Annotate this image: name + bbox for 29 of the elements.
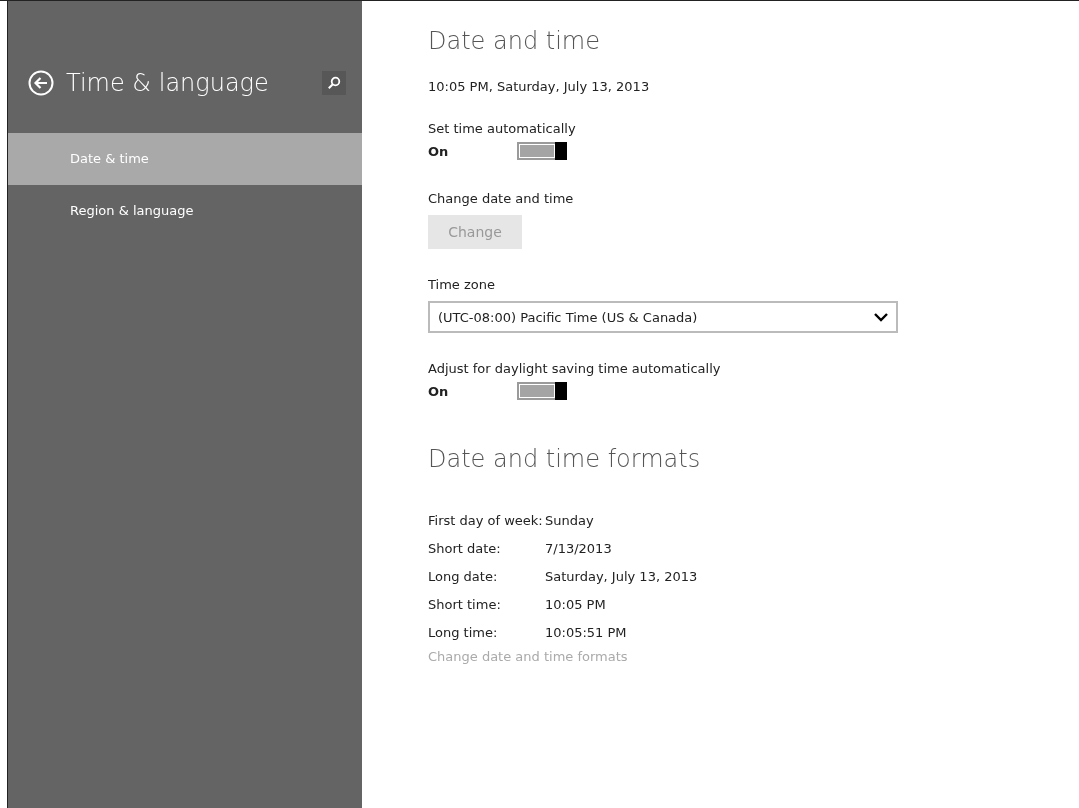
format-value: 7/13/2013 (545, 540, 612, 558)
format-label: Long time: (428, 624, 499, 642)
toggle-switch[interactable] (517, 382, 567, 400)
format-label: Long date: (428, 568, 499, 586)
setting-label: Adjust for daylight saving time automatically (428, 360, 722, 378)
format-label: First day of week: (428, 512, 544, 530)
format-label: Short date: (428, 540, 502, 558)
formats-link[interactable]: Change date and time formats (428, 649, 628, 664)
setting-label: Time zone (428, 276, 496, 294)
toggle-state: On (428, 143, 450, 159)
setting-label: Set time automatically (428, 120, 577, 138)
back-icon[interactable] (28, 70, 54, 96)
time-zone-dropdown[interactable]: (UTC-08:00) Pacific Time (US & Canada) (428, 301, 898, 333)
sidebar-title: Time & language (66, 69, 270, 97)
search-icon[interactable] (322, 71, 346, 95)
format-value: 10:05 PM (545, 596, 606, 614)
format-label: Short time: (428, 596, 502, 614)
format-value: 10:05:51 PM (545, 624, 627, 642)
sidebar-item[interactable]: Region & language (8, 185, 362, 237)
toggle-switch[interactable] (517, 142, 567, 160)
section-heading: Date and time formats (428, 444, 702, 475)
format-value: Saturday, July 13, 2013 (545, 568, 698, 586)
section-heading: Date and time (428, 26, 601, 57)
format-value: Sunday (545, 512, 594, 530)
setting-label: Change date and time (428, 190, 575, 208)
caret-icon (874, 312, 888, 322)
current-date-time: 10:05 PM, Saturday, July 13, 2013 (428, 78, 651, 96)
sidebar-item[interactable]: Date & time (8, 133, 362, 185)
toggle-state: On (428, 383, 450, 399)
